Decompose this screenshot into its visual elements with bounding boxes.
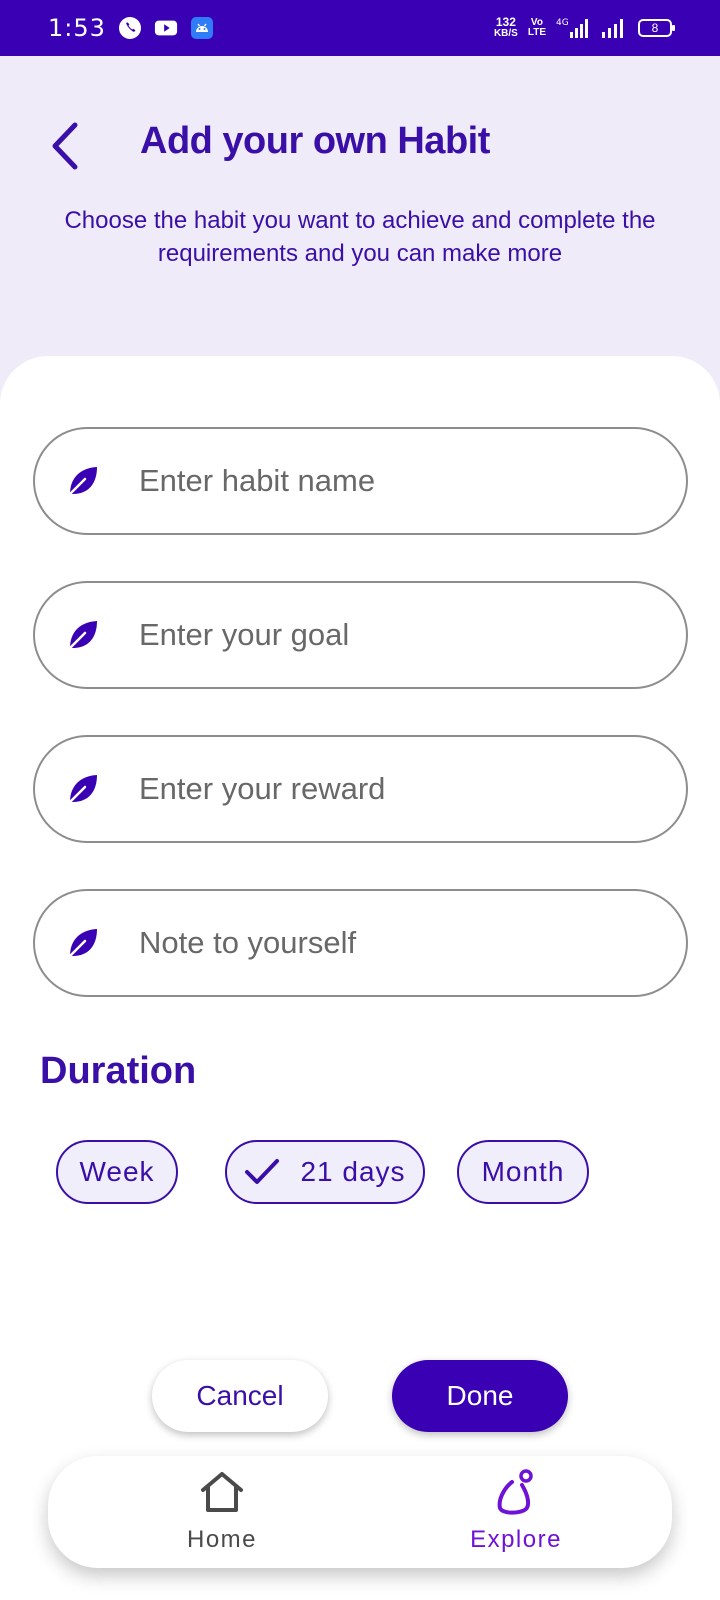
svg-text:4G: 4G [556,18,569,28]
nav-item-home[interactable]: Home [152,1468,292,1558]
chevron-left-icon [52,122,78,170]
chip-label: 21 days [300,1156,406,1187]
cancel-button[interactable]: Cancel [152,1360,328,1432]
status-bar: 1:53 132 KB/S Vo LTE 4G 8 [0,0,720,56]
duration-chip-21-days[interactable]: 21 days [225,1140,425,1204]
done-button[interactable]: Done [392,1360,568,1432]
signal-icon: 4G [556,16,590,40]
home-icon [198,1468,246,1516]
note-input[interactable] [139,925,639,961]
explore-icon [492,1468,540,1516]
leaf-icon [63,769,103,809]
page-title: Add your own Habit [140,120,490,162]
volte-indicator: Vo LTE [527,17,546,38]
leaf-icon [63,461,103,501]
android-app-icon [190,16,214,40]
battery-icon: 8 [638,19,675,37]
reward-field[interactable] [33,735,688,843]
habit-name-input[interactable] [139,463,639,499]
chip-label: Week [79,1156,155,1187]
duration-heading: Duration [40,1050,197,1092]
nav-label-home: Home [186,1526,258,1553]
check-icon [244,1152,284,1192]
duration-chip-week[interactable]: Week [56,1140,178,1204]
page-subtitle: Choose the habit you want to achieve and… [64,207,656,267]
leaf-icon [63,923,103,963]
bottom-nav: Home Explore [48,1456,672,1568]
chip-label: Month [481,1156,565,1187]
network-speed: 132 KB/S [493,15,518,39]
leaf-icon [63,615,103,655]
phone-icon [118,16,142,40]
status-time: 1:53 [48,14,106,42]
note-field[interactable] [33,889,688,997]
youtube-icon [154,16,178,40]
nav-label-explore: Explore [470,1526,562,1553]
back-button[interactable] [40,118,88,174]
nav-item-explore[interactable]: Explore [446,1468,586,1558]
reward-input[interactable] [139,771,639,807]
signal-icon [600,16,628,40]
goal-input[interactable] [139,617,639,653]
goal-field[interactable] [33,581,688,689]
habit-name-field[interactable] [33,427,688,535]
duration-chip-month[interactable]: Month [457,1140,589,1204]
